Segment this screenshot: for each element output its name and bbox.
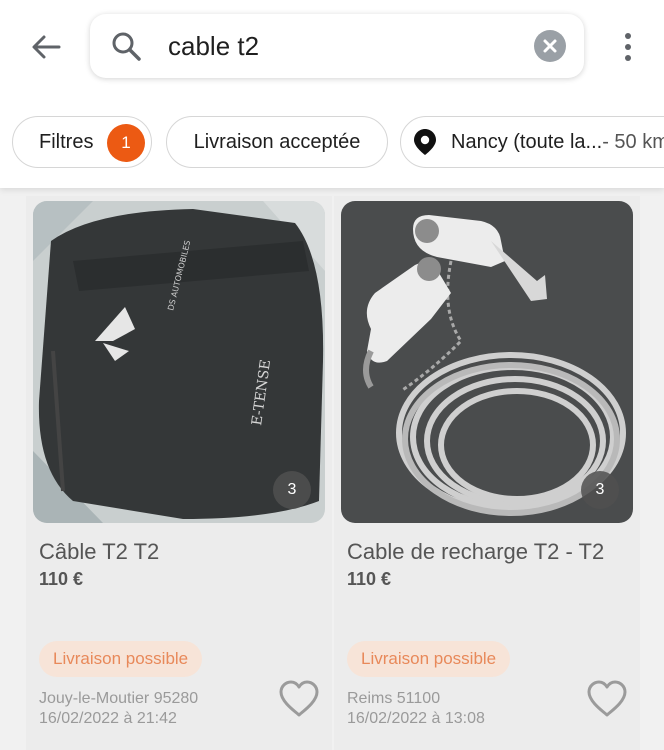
photo-count-badge: 3 (581, 471, 619, 509)
listing-date: 16/02/2022 à 21:42 (39, 710, 177, 727)
listing-card[interactable]: DS AUTOMOBILES E-TENSE 3 Câble T2 T2 110… (26, 196, 332, 750)
listing-photo[interactable]: 3 (341, 201, 633, 523)
clear-search-button[interactable] (534, 30, 566, 62)
delivery-chip[interactable]: Livraison acceptée (166, 116, 388, 168)
back-arrow-icon (32, 35, 61, 59)
photo-count-badge: 3 (273, 471, 311, 509)
location-label: Nancy (toute la... (451, 130, 603, 153)
listing-location-date: Jouy-le-Moutier 95280 16/02/2022 à 21:42 (39, 689, 198, 729)
delivery-possible-badge: Livraison possible (347, 641, 511, 677)
clear-icon (543, 39, 557, 53)
listing-title: Cable de recharge T2 - T2 (347, 539, 605, 564)
listing-price: 110 € (347, 569, 392, 589)
filters-chip[interactable]: Filtres 1 (12, 116, 152, 168)
listing-date: 16/02/2022 à 13:08 (347, 710, 485, 727)
listing-photo[interactable]: DS AUTOMOBILES E-TENSE 3 (33, 201, 325, 523)
filters-label: Filtres (39, 130, 94, 153)
listing-location-date: Reims 51100 16/02/2022 à 13:08 (347, 689, 485, 729)
search-query[interactable]: cable t2 (168, 30, 259, 62)
listing-location: Jouy-le-Moutier 95280 (39, 690, 199, 707)
heart-icon[interactable] (278, 680, 320, 718)
location-distance: - 50 km (602, 130, 664, 153)
heart-icon[interactable] (586, 680, 628, 718)
search-input[interactable]: cable t2 (90, 14, 584, 78)
filter-chips-bar: Filtres 1 Livraison acceptée Nancy (tout… (0, 116, 664, 172)
location-chip[interactable]: Nancy (toute la... - 50 km (400, 116, 664, 168)
listing-card[interactable]: 3 Cable de recharge T2 - T2 110 € Livrai… (334, 196, 640, 750)
listing-location: Reims 51100 (347, 690, 441, 707)
more-vert-icon (625, 33, 631, 39)
delivery-chip-label: Livraison acceptée (193, 130, 361, 153)
listing-price: 110 € (39, 569, 84, 589)
more-options-button[interactable] (616, 28, 640, 66)
location-pin-icon (414, 129, 436, 155)
filters-count-badge: 1 (107, 124, 145, 162)
back-button[interactable] (26, 28, 66, 66)
search-icon (112, 32, 141, 61)
delivery-possible-badge: Livraison possible (39, 641, 203, 677)
listing-title: Câble T2 T2 (39, 539, 160, 564)
top-bar: cable t2 Filtres 1 Livraison acceptée Na… (0, 0, 664, 188)
